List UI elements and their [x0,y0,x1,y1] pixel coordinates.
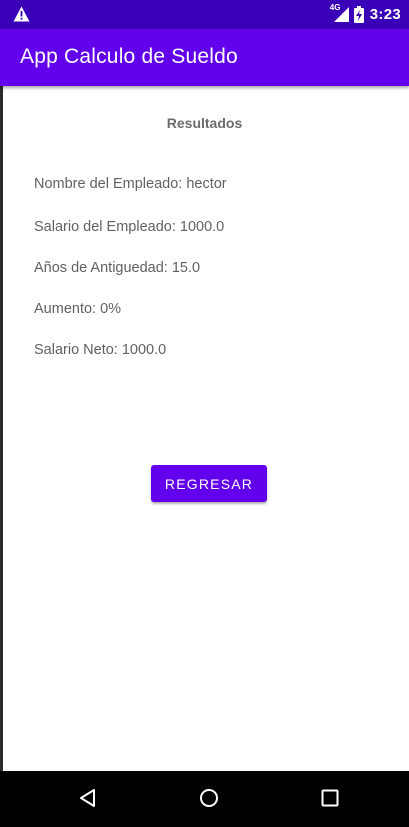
warning-icon [13,6,30,22]
results-screen: Resultados Nombre del Empleado: hector S… [0,86,409,771]
employee-salary-text: Salario del Empleado: 1000.0 [34,219,225,235]
status-bar: 4G 3:23 [0,0,409,29]
navigation-bar [0,771,409,827]
app-title: App Calculo de Sueldo [20,45,238,68]
results-title: Resultados [166,115,243,131]
home-icon[interactable] [197,786,221,810]
network-type-label: 4G [329,3,341,12]
back-button[interactable]: REGRESAR [151,465,267,502]
signal-icon: 4G [329,3,350,23]
status-indicators: 4G 3:23 [329,3,401,24]
years-seniority-text: Años de Antiguedad: 15.0 [34,260,201,276]
status-clock: 3:23 [369,5,401,23]
recents-icon[interactable] [318,786,342,810]
raise-text: Aumento: 0% [34,301,122,317]
battery-charging-icon [353,5,364,23]
back-icon[interactable] [76,786,100,810]
net-salary-text: Salario Neto: 1000.0 [34,342,167,358]
employee-name-text: Nombre del Empleado: hector [34,176,227,192]
app-bar: App Calculo de Sueldo [0,29,409,86]
